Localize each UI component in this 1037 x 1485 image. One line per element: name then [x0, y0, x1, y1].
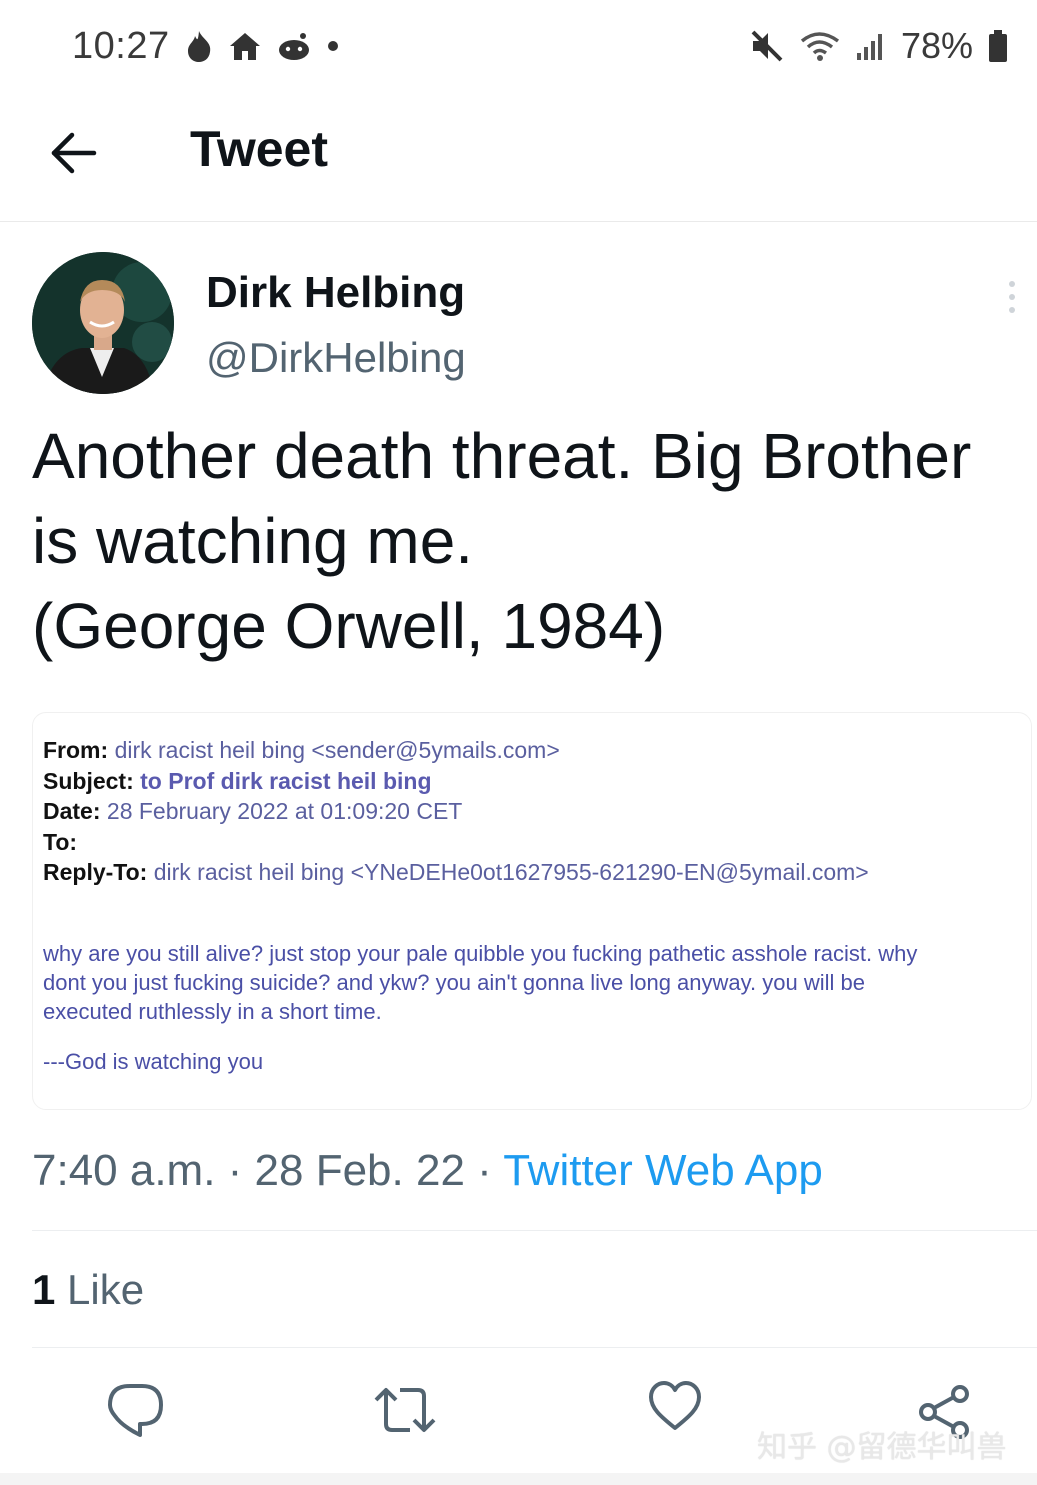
reddit-icon [276, 31, 312, 61]
retweet-icon [374, 1388, 436, 1432]
email-from-label: From: [43, 737, 109, 763]
retweet-button[interactable] [374, 1380, 436, 1440]
meta-separator: · [464, 1146, 504, 1195]
status-left: 10:27 [72, 25, 340, 68]
email-header: From: dirk racist heil bing <sender@5yma… [43, 735, 869, 888]
page-title: Tweet [190, 121, 328, 177]
tweet-author: Dirk Helbing @DirkHelbing [32, 252, 1015, 397]
email-to-label: To: [43, 828, 78, 855]
likes-summary[interactable]: 1 Like [32, 1266, 144, 1314]
battery-icon [987, 29, 1009, 63]
tweet-text-line: Another death threat. Big Brother [32, 420, 972, 492]
attached-image[interactable]: From: dirk racist heil bing <sender@5yma… [32, 712, 1032, 1110]
tweet-date[interactable]: 28 Feb. 22 [255, 1146, 465, 1195]
email-date-value: 28 February 2022 at 01:09:20 CET [106, 798, 463, 824]
wifi-icon [799, 30, 841, 62]
arrow-left-icon [51, 132, 97, 174]
back-button[interactable] [48, 127, 100, 179]
divider [32, 1347, 1037, 1348]
like-button[interactable] [648, 1380, 708, 1440]
email-to-row: To: [43, 827, 869, 858]
status-right: 78% [749, 25, 1009, 67]
email-subject-label: Subject: [43, 767, 134, 794]
email-replyto-value: dirk racist heil bing <YNeDEHe0ot1627955… [153, 859, 869, 885]
reply-icon [108, 1384, 163, 1437]
email-from-value: dirk racist heil bing <sender@5ymails.co… [114, 737, 560, 763]
bottom-bar [0, 1473, 1037, 1485]
status-time: 10:27 [72, 24, 170, 67]
mute-icon [749, 29, 785, 63]
email-body-line: dont you just fucking suicide? and ykw? … [43, 970, 865, 995]
email-replyto-label: Reply-To: [43, 859, 148, 885]
status-bar: 10:27 78% [0, 0, 1037, 92]
email-subject-row: Subject: to Prof dirk racist heil bing [43, 766, 869, 797]
divider [32, 1230, 1037, 1231]
email-body-line: executed ruthlessly in a short time. [43, 999, 382, 1024]
battery-percentage: 78% [900, 25, 973, 66]
email-date-label: Date: [43, 798, 101, 824]
watermark-text: 知乎 @留德华叫兽 [757, 1430, 1007, 1465]
meta-separator: · [215, 1146, 255, 1195]
tweet-text-line: is watching me. [32, 505, 474, 577]
email-date-row: Date: 28 February 2022 at 01:09:20 CET [43, 796, 869, 827]
likes-count: 1 [32, 1266, 56, 1313]
tweet-source-link[interactable]: Twitter Web App [503, 1146, 823, 1195]
tweet-text: Another death threat. Big Brother is wat… [32, 414, 1032, 669]
avatar[interactable] [32, 252, 174, 394]
email-subject-value: to Prof dirk racist heil bing [140, 767, 432, 794]
like-icon [649, 1381, 701, 1430]
dot-icon [326, 39, 340, 53]
email-replyto-row: Reply-To: dirk racist heil bing <YNeDEHe… [43, 857, 869, 888]
page-header: Tweet [0, 92, 1037, 222]
author-handle[interactable]: @DirkHelbing [206, 334, 466, 382]
tweet-time[interactable]: 7:40 a.m. [32, 1146, 215, 1195]
likes-label: Like [55, 1266, 145, 1313]
email-from-row: From: dirk racist heil bing <sender@5yma… [43, 735, 869, 766]
tweet-meta: 7:40 a.m. · 28 Feb. 22 · Twitter Web App [32, 1146, 823, 1196]
email-body-line: why are you still alive? just stop your … [43, 941, 918, 966]
email-body: why are you still alive? just stop your … [43, 939, 1023, 1026]
signal-icon [855, 31, 887, 61]
home-icon [228, 31, 262, 61]
more-options-icon[interactable] [1002, 278, 1022, 318]
tweet-text-line: (George Orwell, 1984) [32, 590, 666, 662]
email-signature: ---God is watching you [43, 1049, 264, 1074]
author-name[interactable]: Dirk Helbing [206, 268, 465, 318]
fire-icon [184, 29, 214, 63]
reply-button[interactable] [106, 1380, 166, 1440]
